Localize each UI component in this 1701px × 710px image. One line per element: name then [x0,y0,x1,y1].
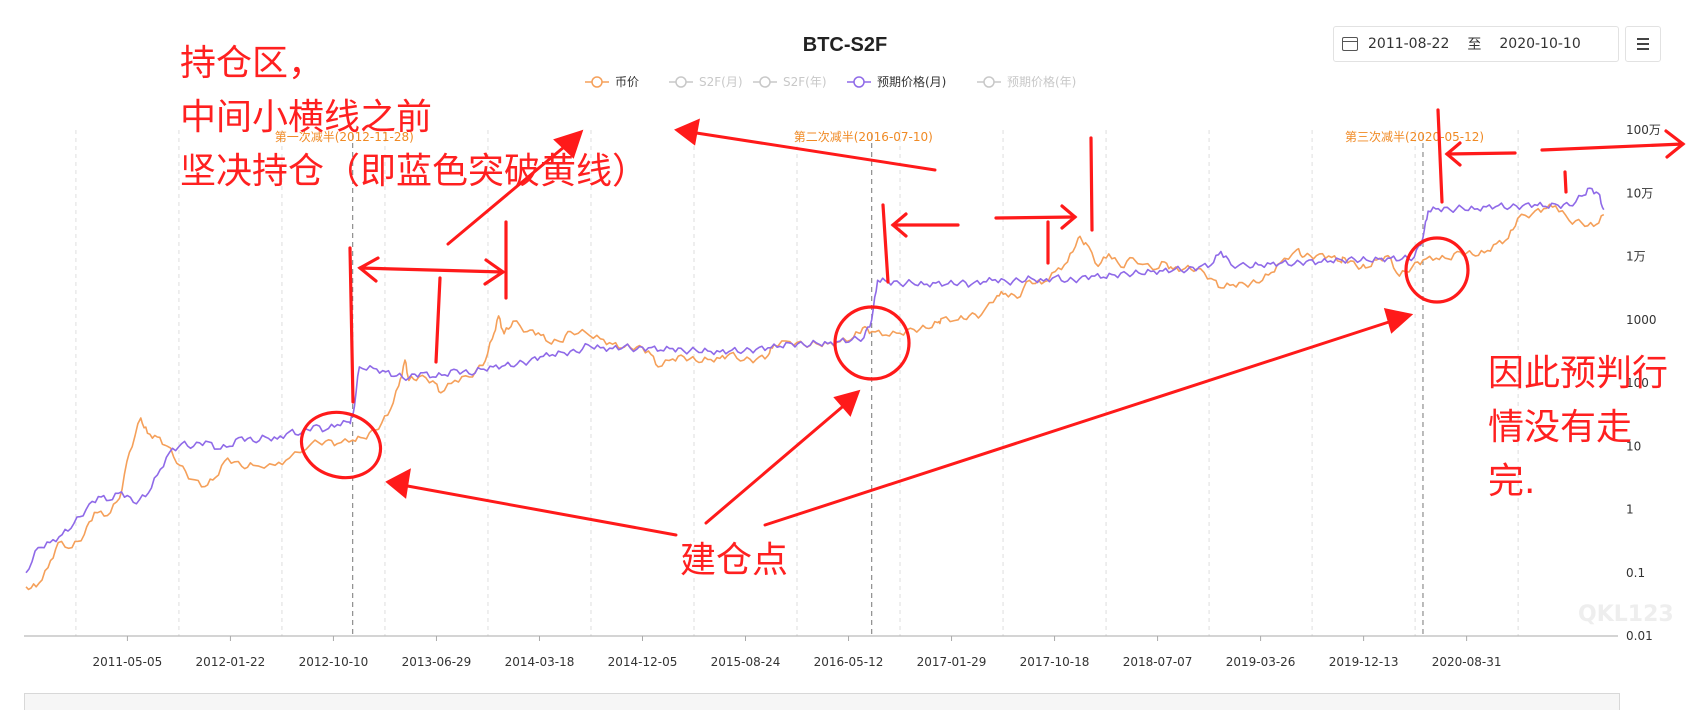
legend-item: 预期价格(年) [977,74,1076,89]
arrow-2020-left [1445,151,1517,156]
circle-entry-2012 [299,410,383,480]
y-tick-label: 1000 [1626,313,1657,327]
mark-line [1089,136,1094,232]
legend-item: S2F(年) [753,75,827,89]
legend-swatch-marker [675,76,687,88]
menu-icon-bar [1637,43,1649,45]
x-tick-label: 2016-05-12 [814,655,884,669]
date-from[interactable]: 2011-08-22 [1368,36,1449,52]
series-line [25,187,1605,574]
arrow-to-2012 [400,483,678,537]
zoom-slider[interactable] [24,693,1620,710]
x-tick-label: 2019-12-13 [1329,655,1399,669]
arrow-head [1383,308,1414,334]
mark-line [1563,170,1568,194]
y-tick-label: 100万 [1626,123,1661,137]
chart-legend: 币价 S2F(月) S2F(年) 预期价格(月) 预期价格(年) [585,74,1076,89]
anno-hold-line-1: 持仓区， [180,43,324,84]
watermark-logo: QKL123 [1578,602,1674,627]
arrow-2017 [994,215,1077,220]
y-tick-label: 0.01 [1626,629,1653,643]
legend-swatch-marker [591,76,603,88]
mark-line [434,276,442,364]
legend-swatch-marker [853,76,865,88]
x-tick-label: 2012-10-10 [299,655,369,669]
x-tick-label: 2017-10-18 [1020,655,1090,669]
chart-canvas: BTC-S2F 币价 S2F(月) S2F(年) 预期价格(月) 预期价格(年) 201… [24,34,1686,669]
x-tick-label: 2019-03-26 [1226,655,1296,669]
anno-right-line-3: 完. [1488,461,1535,502]
x-tick-label: 2017-01-29 [917,655,987,669]
x-axis: 2011-05-05 2012-01-22 2012-10-10 2013-06-29… [24,635,1618,669]
halving-label: 第三次减半(2020-05-12) [1345,130,1484,144]
x-tick-label: 2011-05-05 [93,655,163,669]
hand-text: 持仓区， 中间小横线之前 坚决持仓（即蓝色突破黄线） 建仓点 因此预判行 情没有… [180,43,1668,581]
date-separator: 至 [1467,37,1482,53]
halving-events: 第一次减半(2012-11-28) 第二次减半(2016-07-10) 第三次减半(… [275,130,1484,636]
legend-swatch-marker [983,76,995,88]
calendar-icon [1342,37,1358,51]
chart-title: BTC-S2F [803,34,887,56]
anno-right-line-1: 因此预判行 [1488,353,1668,394]
x-tick-label: 2014-12-05 [608,655,678,669]
y-tick-label: 1万 [1626,250,1646,264]
series-line [25,203,1605,591]
arrow-hold-zone [358,266,505,274]
anno-hold-line-2: 中间小横线之前 [180,97,432,138]
date-to[interactable]: 2020-10-10 [1499,36,1580,52]
halving-label: 第二次减半(2016-07-10) [794,130,933,144]
x-tick-label: 2018-07-07 [1123,655,1193,669]
x-tick-label: 2014-03-18 [505,655,575,669]
arrow-2020-right [1540,142,1685,152]
mark-line [1436,108,1444,204]
legend-swatch-marker [759,76,771,88]
legend-label: 预期价格(年) [1007,74,1076,89]
x-tick-label: 2012-01-22 [196,655,266,669]
legend-item: S2F(月) [669,75,743,89]
legend-label: 预期价格(月) [877,74,946,89]
legend-label: 币价 [615,75,639,89]
menu-button[interactable] [1625,26,1661,62]
date-range-picker[interactable]: 2011-08-22 至 2020-10-10 [1333,26,1619,62]
legend-item: 币价 [585,75,639,89]
menu-icon-bar [1637,38,1649,40]
legend-label: S2F(年) [783,75,827,89]
anno-hold-line-3: 坚决持仓（即蓝色突破黄线） [180,151,648,192]
y-tick-label: 10万 [1626,186,1653,200]
anno-right-line-2: 情没有走 [1488,407,1632,448]
arrow-to-2020 [763,318,1397,527]
y-tick-label: 0.1 [1626,566,1645,580]
mark-line [881,203,890,284]
vertical-grid [75,130,1519,636]
x-tick-label: 2013-06-29 [402,655,472,669]
anno-entry-points: 建仓点 [680,540,788,581]
arrow-head [385,468,411,499]
chart-series [25,187,1605,591]
x-tick-label: 2020-08-31 [1432,655,1502,669]
legend-item: 预期价格(月) [847,74,946,89]
arrow-head [674,118,700,146]
menu-icon-bar [1637,48,1649,50]
x-tick-label: 2015-08-24 [711,655,781,669]
y-tick-label: 1 [1626,503,1634,517]
legend-label: S2F(月) [699,75,743,89]
